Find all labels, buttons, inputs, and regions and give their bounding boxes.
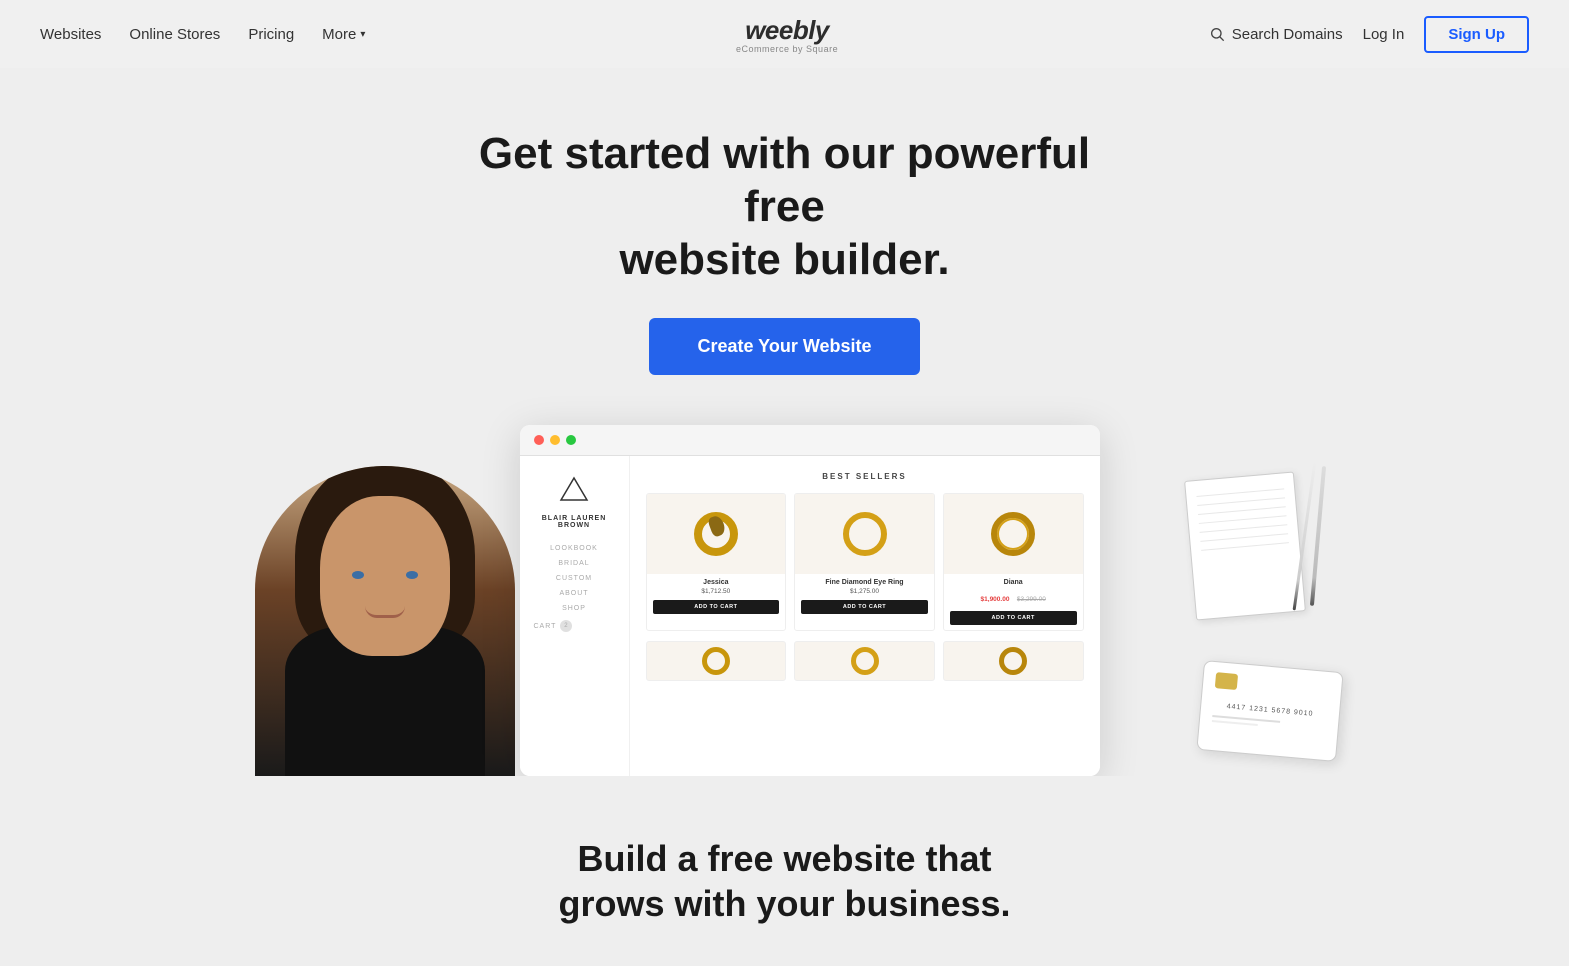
site-nav-bridal: BRIDAL <box>534 560 615 567</box>
site-main: BEST SELLERS Jessica $1,712.50 ADD TO CA… <box>630 456 1100 776</box>
create-website-button[interactable]: Create Your Website <box>649 318 919 375</box>
browser-mockup: BLAIR LAUREN BROWN LOOKBOOK BRIDAL CUSTO… <box>520 425 1100 776</box>
mouth <box>365 606 405 618</box>
product-price-2: $1,275.00 <box>801 588 928 595</box>
product-img-jessica <box>647 494 786 574</box>
hero-headline: Get started with our powerful free websi… <box>435 128 1135 286</box>
ring-icon-2 <box>843 512 887 556</box>
bottom-section: Build a free website that grows with you… <box>0 776 1569 966</box>
ring-small-1 <box>702 647 730 675</box>
nav-item-websites[interactable]: Websites <box>40 26 101 43</box>
browser-dot-yellow <box>550 435 560 445</box>
site-nav-about: ABOUT <box>534 590 615 597</box>
login-button[interactable]: Log In <box>1363 26 1405 43</box>
product-card-jessica: Jessica $1,712.50 ADD TO CART <box>646 493 787 631</box>
product-price-orig-3: $3,299.00 <box>1017 596 1046 603</box>
bottom-headline: Build a free website that grows with you… <box>20 836 1549 926</box>
product-info-jessica: Jessica $1,712.50 ADD TO CART <box>647 574 786 619</box>
product-info-diana: Diana $1,900.00 $3,299.00 ADD TO CART <box>944 574 1083 630</box>
site-brand-name: BLAIR LAUREN BROWN <box>534 515 615 529</box>
search-icon <box>1209 26 1225 42</box>
site-logo-triangle <box>559 476 589 502</box>
notebook-lines <box>1185 473 1301 575</box>
product-info-diamond: Fine Diamond Eye Ring $1,275.00 ADD TO C… <box>795 574 934 619</box>
nav-right: Search Domains Log In Sign Up <box>1209 16 1529 53</box>
product-price-sale-3: $1,900.00 <box>981 596 1010 603</box>
credit-card-illustration: 4417 1231 5678 9010 <box>1196 660 1343 762</box>
products-row-1: Jessica $1,712.50 ADD TO CART Fine D <box>646 493 1084 631</box>
chevron-down-icon: ▾ <box>360 29 365 40</box>
person-image <box>230 456 540 776</box>
nav-item-online-stores[interactable]: Online Stores <box>129 26 220 43</box>
product-card-partial-3 <box>943 641 1084 681</box>
site-nav-shop: SHOP <box>534 605 615 612</box>
cart-count: 2 <box>560 620 572 632</box>
nav-left: Websites Online Stores Pricing More ▾ <box>40 26 365 43</box>
ring-icon-3 <box>991 512 1035 556</box>
add-to-cart-1[interactable]: ADD TO CART <box>653 600 780 614</box>
product-price-1: $1,712.50 <box>653 588 780 595</box>
product-card-partial-2 <box>794 641 935 681</box>
site-nav-custom: CUSTOM <box>534 575 615 582</box>
hero-visuals: BLAIR LAUREN BROWN LOOKBOOK BRIDAL CUSTO… <box>20 425 1549 776</box>
nav-item-pricing[interactable]: Pricing <box>248 26 294 43</box>
product-img-diana <box>944 494 1083 574</box>
logo-wordmark: weebly <box>745 15 829 46</box>
hero-section: Get started with our powerful free websi… <box>0 68 1569 776</box>
card-chip <box>1214 673 1237 691</box>
best-sellers-title: BEST SELLERS <box>646 472 1084 481</box>
site-nav-cart: CART 2 <box>534 620 615 632</box>
signup-button[interactable]: Sign Up <box>1424 16 1529 53</box>
add-to-cart-3[interactable]: ADD TO CART <box>950 611 1077 625</box>
product-name-2: Fine Diamond Eye Ring <box>801 579 928 586</box>
search-domains-button[interactable]: Search Domains <box>1209 26 1343 43</box>
product-card-diana: Diana $1,900.00 $3,299.00 ADD TO CART <box>943 493 1084 631</box>
product-name-1: Jessica <box>653 579 780 586</box>
ring-icon-1 <box>694 512 738 556</box>
navbar: Websites Online Stores Pricing More ▾ we… <box>0 0 1569 68</box>
site-nav-lookbook: LOOKBOOK <box>534 545 615 552</box>
card-signature-line-2 <box>1211 720 1257 726</box>
product-card-diamond: Fine Diamond Eye Ring $1,275.00 ADD TO C… <box>794 493 935 631</box>
browser-dot-green <box>566 435 576 445</box>
nav-item-more[interactable]: More ▾ <box>322 26 365 43</box>
product-name-3: Diana <box>950 579 1077 586</box>
browser-bar <box>520 425 1100 456</box>
eye-left <box>352 571 364 579</box>
browser-dot-red <box>534 435 544 445</box>
notebook-illustration <box>1184 472 1306 621</box>
ring-small-3 <box>999 647 1027 675</box>
eye-right <box>406 571 418 579</box>
site-sidebar: BLAIR LAUREN BROWN LOOKBOOK BRIDAL CUSTO… <box>520 456 630 776</box>
products-row-2 <box>646 641 1084 681</box>
product-card-partial-1 <box>646 641 787 681</box>
add-to-cart-2[interactable]: ADD TO CART <box>801 600 928 614</box>
logo-subtext: eCommerce by Square <box>736 44 838 54</box>
face <box>320 496 450 656</box>
ring-small-2 <box>851 647 879 675</box>
product-img-diamond <box>795 494 934 574</box>
logo[interactable]: weebly eCommerce by Square <box>736 15 838 54</box>
browser-content: BLAIR LAUREN BROWN LOOKBOOK BRIDAL CUSTO… <box>520 456 1100 776</box>
right-illustration: 4417 1231 5678 9010 <box>1120 456 1340 776</box>
